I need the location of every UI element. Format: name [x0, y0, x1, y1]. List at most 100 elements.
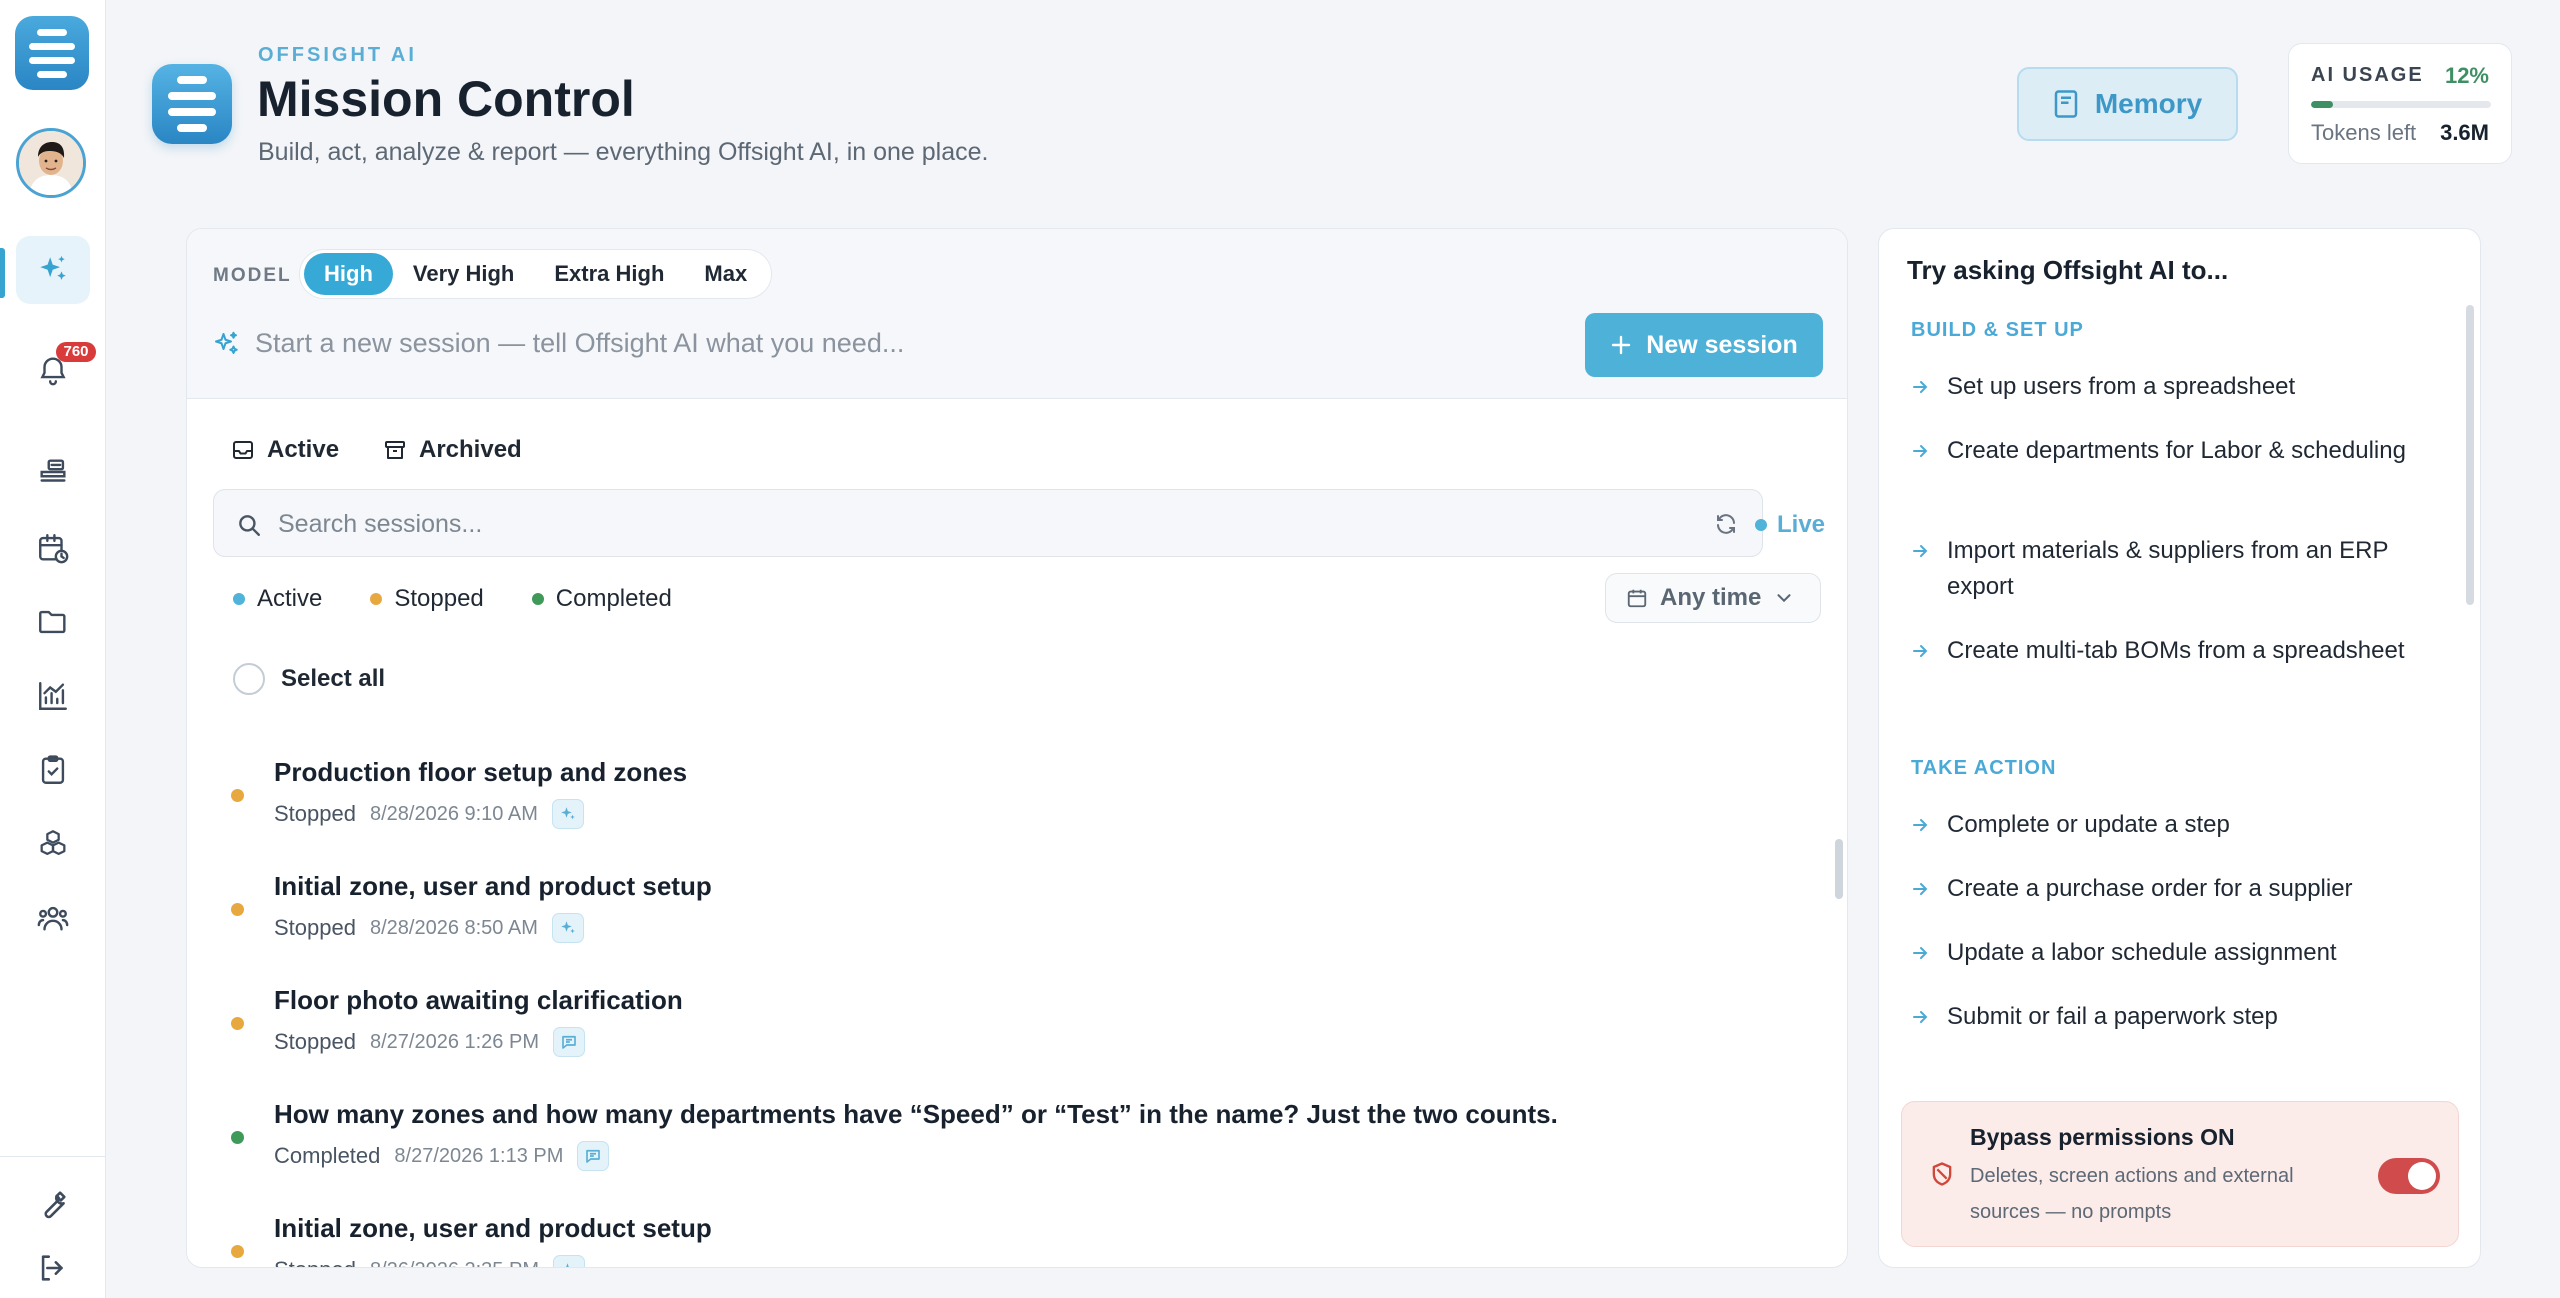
model-option-high[interactable]: High: [304, 253, 393, 295]
live-indicator: Live: [1755, 511, 1825, 539]
suggestion-text: Create multi-tab BOMs from a spreadsheet: [1947, 637, 2405, 664]
nav-schedule[interactable]: [16, 514, 90, 582]
suggestion-item[interactable]: Create departments for Labor & schedulin…: [1911, 433, 2431, 469]
arrow-right-icon: [1911, 871, 1929, 907]
model-option-extra-high[interactable]: Extra High: [534, 253, 684, 295]
memory-button-label: Memory: [2094, 88, 2203, 119]
shield-off-icon: [1932, 1162, 1952, 1186]
model-option-very-high[interactable]: Very High: [393, 253, 534, 295]
session-timestamp: 8/28/2026 9:10 AM: [369, 802, 538, 825]
session-type-badge: [551, 913, 584, 943]
nav-settings[interactable]: [16, 1170, 90, 1238]
suggestion-item[interactable]: Import materials & suppliers from an ERP…: [1911, 533, 2431, 605]
arrow-right-icon: [1911, 533, 1929, 569]
bypass-title: Bypass permissions ON: [1970, 1124, 2235, 1150]
suggestion-text: Complete or update a step: [1947, 811, 2230, 838]
sidebar-divider: [0, 1156, 106, 1157]
logout-icon: [41, 1255, 63, 1281]
new-session-button[interactable]: New session: [1585, 313, 1823, 377]
time-filter-value: Any time: [1660, 584, 1762, 611]
new-session-label: New session: [1646, 330, 1798, 359]
nav-users[interactable]: [16, 884, 90, 952]
nav-files[interactable]: [16, 588, 90, 656]
legend-completed-dot: [531, 593, 544, 605]
app-logo[interactable]: [15, 16, 89, 90]
session-title: How many zones and how many departments …: [274, 1099, 1558, 1129]
arrow-right-icon: [1911, 369, 1929, 405]
time-filter-dropdown[interactable]: Any time: [1605, 573, 1821, 623]
new-session-prompt-input[interactable]: [255, 321, 1355, 365]
bypass-permissions-toggle[interactable]: [2378, 1158, 2440, 1194]
chevron-down-icon: [1777, 594, 1791, 603]
session-timestamp: 8/26/2026 2:35 PM: [370, 1259, 539, 1268]
session-type-badge: [577, 1141, 610, 1171]
nav-analytics[interactable]: [16, 662, 90, 730]
inbox-icon: [233, 441, 253, 459]
suggestion-text: Update a labor schedule assignment: [1947, 939, 2337, 966]
ai-usage-card: AI USAGE 12% Tokens left 3.6M: [2288, 43, 2512, 164]
suggestion-item[interactable]: Submit or fail a paperwork step: [1911, 999, 2431, 1035]
nav-paperwork[interactable]: [16, 736, 90, 804]
calendar-icon: [1627, 589, 1647, 608]
section-build-setup: BUILD & SET UP: [1911, 319, 2084, 341]
chat-icon: [586, 1149, 601, 1163]
tab-archived[interactable]: Archived: [383, 427, 522, 473]
chat-icon: [562, 1035, 576, 1049]
session-row[interactable]: Production floor setup and zones Stopped…: [187, 757, 1787, 857]
legend-active[interactable]: Active: [233, 585, 322, 613]
suggestion-item[interactable]: Create a purchase order for a supplier: [1911, 871, 2431, 907]
nav-notifications[interactable]: 760: [16, 336, 96, 404]
user-avatar[interactable]: [16, 128, 86, 198]
arrow-right-icon: [1911, 935, 1929, 971]
legend-completed[interactable]: Completed: [531, 585, 672, 613]
model-option-max[interactable]: Max: [684, 253, 767, 295]
ai-usage-bar: [2311, 101, 2491, 108]
suggestions-scrollbar[interactable]: [2466, 305, 2474, 605]
session-status: Stopped: [274, 801, 356, 826]
sparkles-icon: [40, 255, 66, 280]
legend-active-dot: [233, 593, 245, 605]
session-row[interactable]: Floor photo awaiting clarification Stopp…: [187, 985, 1787, 1085]
session-title: Initial zone, user and product setup: [274, 871, 712, 901]
suggestions-panel: Try asking Offsight AI to... BUILD & SET…: [1878, 228, 2481, 1268]
select-all-checkbox[interactable]: [233, 663, 265, 695]
nav-inventory[interactable]: [16, 810, 90, 878]
live-label: Live: [1777, 511, 1826, 538]
select-all[interactable]: Select all: [233, 663, 385, 695]
refresh-icon[interactable]: [1714, 512, 1738, 536]
session-status-dot: [231, 1131, 244, 1144]
ai-usage-percent: 12%: [2444, 63, 2489, 88]
memory-button[interactable]: Memory: [2017, 67, 2238, 141]
session-title: Floor photo awaiting clarification: [274, 985, 683, 1015]
sessions-panel: MODEL High Very High Extra High Max New …: [186, 228, 1848, 1268]
model-selector: High Very High Extra High Max: [299, 249, 773, 299]
sparkles-icon: [566, 1263, 569, 1267]
tab-active[interactable]: Active: [231, 427, 339, 473]
nav-logout[interactable]: [16, 1244, 90, 1292]
suggestion-item[interactable]: Complete or update a step: [1911, 807, 2431, 843]
search-input[interactable]: [278, 502, 1678, 546]
tokens-left-label: Tokens left: [2311, 120, 2417, 145]
session-row[interactable]: Initial zone, user and product setup Sto…: [187, 871, 1787, 971]
suggestion-item[interactable]: Set up users from a spreadsheet: [1911, 369, 2431, 405]
arrow-right-icon: [1911, 807, 1929, 843]
suggestions-title: Try asking Offsight AI to...: [1907, 255, 2229, 285]
page-subtitle: Build, act, analyze & report — everythin…: [258, 138, 989, 166]
legend-stopped[interactable]: Stopped: [370, 585, 484, 613]
session-list-scrollbar[interactable]: [1835, 839, 1843, 899]
suggestion-item[interactable]: Update a labor schedule assignment: [1911, 935, 2431, 971]
session-status-dot: [231, 789, 244, 802]
archive-icon: [385, 441, 405, 459]
session-row[interactable]: Initial zone, user and product setup Sto…: [187, 1213, 1787, 1268]
cart-inbox-icon: [40, 459, 66, 482]
session-title: Initial zone, user and product setup: [274, 1213, 712, 1243]
suggestion-item[interactable]: Create multi-tab BOMs from a spreadsheet: [1911, 633, 2431, 669]
session-type-badge: [552, 1027, 585, 1057]
suggestion-text: Create a purchase order for a supplier: [1947, 875, 2353, 902]
notification-badge: 760: [56, 342, 96, 362]
book-icon: [2054, 90, 2078, 118]
sparkles-icon: [215, 331, 238, 354]
nav-orders[interactable]: [16, 438, 90, 506]
nav-ai-sessions[interactable]: [16, 236, 90, 304]
session-row[interactable]: How many zones and how many departments …: [187, 1099, 1787, 1199]
